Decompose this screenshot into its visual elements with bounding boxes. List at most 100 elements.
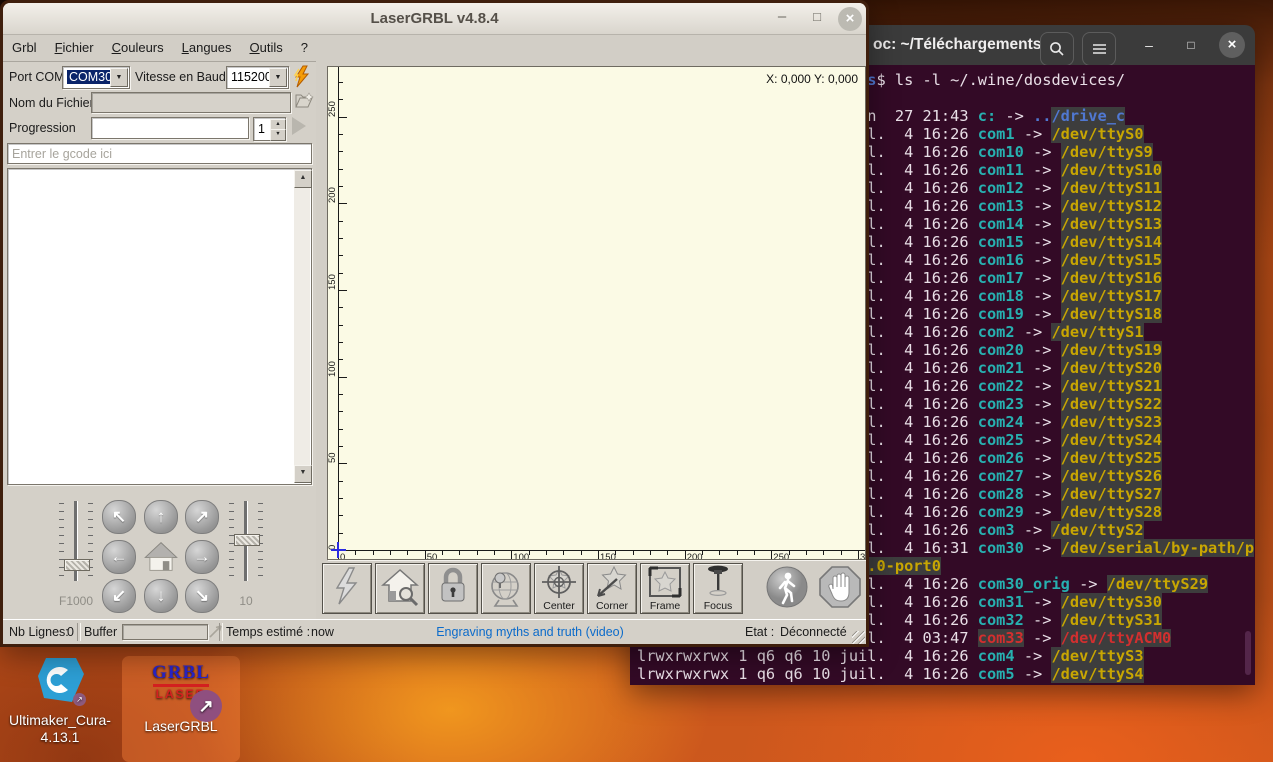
lasergrbl-titlebar[interactable]: LaserGRBL v4.8.4 – □ × xyxy=(3,3,866,35)
desktop-icon-label: LaserGRBL xyxy=(144,718,218,734)
chevron-down-icon[interactable]: ▼ xyxy=(269,68,287,87)
x-ruler-label: 100 xyxy=(513,552,530,560)
home-search-icon xyxy=(381,568,419,607)
menu-fichier[interactable]: Fichier xyxy=(46,35,103,60)
feed-rate-slider[interactable] xyxy=(59,501,93,581)
corner-star-icon xyxy=(597,565,627,597)
jog-up-right-button[interactable]: ↗ xyxy=(185,500,219,534)
jog-down-left-button[interactable]: ↙ xyxy=(102,579,136,613)
jog-right-button[interactable]: → xyxy=(185,540,219,574)
spinner-down-icon[interactable]: ▼ xyxy=(270,129,286,141)
walking-person-icon xyxy=(766,566,808,608)
jog-up-left-button[interactable]: ↖ xyxy=(102,500,136,534)
close-button[interactable]: × xyxy=(838,7,862,31)
terminal-menu-button[interactable] xyxy=(1082,32,1116,66)
buffer-label: Buffer xyxy=(84,625,118,639)
menu-outils[interactable]: Outils xyxy=(241,35,292,60)
slider-thumb[interactable] xyxy=(64,559,90,571)
toolbar-home-button[interactable] xyxy=(375,563,425,614)
menu-grbl[interactable]: Grbl xyxy=(3,35,46,60)
gcode-log[interactable]: ▲ ▼ xyxy=(7,168,312,485)
y-ruler-label: 50 xyxy=(327,452,338,464)
toolbar-button-label: Frame xyxy=(649,600,681,612)
toolbar-connect-button[interactable] xyxy=(322,563,372,614)
toolbar-button-label: Center xyxy=(543,600,575,612)
x-axis xyxy=(338,550,865,551)
toolbar-button-label: Focus xyxy=(703,600,733,612)
toolbar-corner-button[interactable]: Corner xyxy=(587,563,637,614)
menu-bar: Grbl Fichier Couleurs Langues Outils? xyxy=(3,35,866,62)
step-size-label: 10 xyxy=(239,594,253,608)
port-combo[interactable]: COM30 ▼ xyxy=(62,66,130,89)
lines-value: 0 xyxy=(67,625,74,639)
toolbar-button-label: Corner xyxy=(595,600,629,612)
toolbar-center-button[interactable]: Center xyxy=(534,563,584,614)
jog-left-button[interactable]: ← xyxy=(102,540,136,574)
slider-thumb[interactable] xyxy=(234,534,260,546)
toolbar-focus-button[interactable]: Focus xyxy=(693,563,743,614)
file-label: Nom du Fichier xyxy=(9,96,94,110)
chevron-down-icon[interactable]: ▼ xyxy=(110,68,128,87)
menu-couleurs[interactable]: Couleurs xyxy=(103,35,173,60)
menu-langues[interactable]: Langues xyxy=(173,35,241,60)
port-value: COM30 xyxy=(67,70,111,84)
connect-lightning-icon xyxy=(293,65,310,88)
resize-grip[interactable] xyxy=(852,631,865,644)
start-button[interactable] xyxy=(292,117,306,135)
time-value: now xyxy=(311,625,334,639)
desktop-icon-ultimaker-cura[interactable]: ↗ Ultimaker_Cura-4.13.1 xyxy=(4,652,116,746)
baud-combo[interactable]: 115200 ▼ xyxy=(226,66,289,89)
baud-value: 115200 xyxy=(231,70,270,84)
toolbar-globe-button[interactable] xyxy=(481,563,531,614)
terminal-scrollbar-thumb[interactable] xyxy=(1245,631,1251,675)
toolbar-frame-button[interactable]: Frame xyxy=(640,563,690,614)
x-ruler-label: 0 xyxy=(340,552,346,560)
desktop-icon-lasergrbl[interactable]: GRBL LASER ↗ LaserGRBL xyxy=(122,656,240,762)
terminal-search-button[interactable] xyxy=(1040,32,1074,66)
jog-home-button[interactable] xyxy=(142,538,180,575)
scroll-up-icon[interactable]: ▲ xyxy=(294,170,312,188)
file-name-field[interactable] xyxy=(91,92,291,113)
center-target-icon xyxy=(542,566,576,598)
y-ruler-label: 100 xyxy=(327,360,338,377)
time-label: Temps estimé : xyxy=(226,625,311,639)
home-icon xyxy=(144,541,178,571)
state-label: Etat : xyxy=(745,625,775,639)
jog-down-button[interactable]: ↓ xyxy=(144,579,178,613)
feed-rate-label: F1000 xyxy=(58,594,94,608)
log-scrollbar[interactable]: ▲ ▼ xyxy=(294,170,312,483)
hamburger-menu-icon xyxy=(1092,44,1106,54)
browse-file-button[interactable] xyxy=(294,91,314,116)
lightning-icon xyxy=(335,567,358,605)
x-ruler-label: 250 xyxy=(773,552,790,560)
menu-[interactable]: ? xyxy=(292,35,317,60)
passes-spinner[interactable]: 1 ▲ ▼ xyxy=(253,117,286,141)
origin-crosshair-icon xyxy=(337,542,339,558)
gcode-input[interactable] xyxy=(7,143,312,164)
connect-button[interactable] xyxy=(291,65,314,94)
symlink-badge-icon: ↗ xyxy=(73,693,86,706)
jog-down-right-button[interactable]: ↘ xyxy=(185,579,219,613)
engraving-link[interactable]: Engraving myths and truth (video) xyxy=(436,620,624,644)
step-size-slider[interactable] xyxy=(229,501,263,581)
focus-laser-icon xyxy=(708,565,728,597)
maximize-button[interactable]: □ xyxy=(808,8,826,26)
toolbar-lock-button[interactable] xyxy=(428,563,478,614)
x-ruler-label: 300 xyxy=(860,552,866,560)
stop-hand-icon xyxy=(819,566,861,608)
scroll-down-icon[interactable]: ▼ xyxy=(294,465,312,483)
search-icon xyxy=(1050,42,1064,56)
terminal-minimize-button[interactable]: – xyxy=(1138,35,1160,57)
minimize-button[interactable]: – xyxy=(773,9,791,27)
engraving-preview[interactable]: X: 0,000 Y: 0,000 0501001502002503000501… xyxy=(327,66,866,560)
progress-label: Progression xyxy=(9,121,76,135)
toolbar-run-button[interactable] xyxy=(763,563,811,612)
y-ruler-label: 250 xyxy=(327,100,338,117)
terminal-maximize-button[interactable]: □ xyxy=(1180,35,1202,57)
terminal-close-button[interactable]: × xyxy=(1219,32,1245,58)
jog-up-button[interactable]: ↑ xyxy=(144,500,178,534)
frame-star-icon xyxy=(648,566,682,598)
toolbar-stop-button[interactable] xyxy=(816,563,864,612)
lasergrbl-icon: GRBL LASER ↗ xyxy=(146,662,222,722)
x-ruler-label: 150 xyxy=(600,552,616,560)
